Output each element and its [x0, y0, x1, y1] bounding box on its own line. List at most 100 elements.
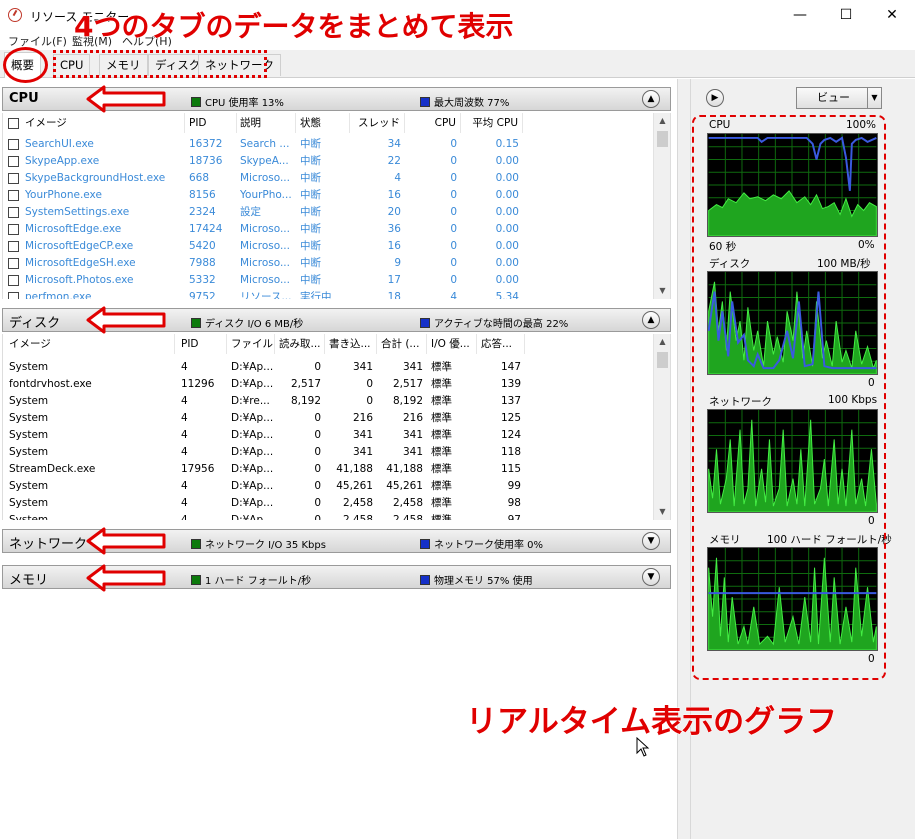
scroll-thumb[interactable] — [657, 131, 668, 147]
cpu-table-row[interactable]: SkypeApp.exe 18736 SkypeA... 中断 22 0 0.00 — [3, 153, 653, 170]
col-header-pid[interactable]: PID — [181, 334, 227, 354]
cell-read: 0 — [314, 514, 321, 520]
cell-image: fontdrvhost.exe — [9, 378, 92, 390]
col-header-cpu[interactable]: CPU — [409, 113, 461, 133]
scroll-down-icon[interactable]: ▼ — [654, 283, 670, 299]
disk-table-row[interactable]: System 4 D:¥Ap... 0 341 341 標準 147 — [3, 359, 653, 376]
disk-table-row[interactable]: System 4 D:¥Ap... 0 45,261 45,261 標準 99 — [3, 478, 653, 495]
collapse-up-icon[interactable]: ▲ — [642, 311, 660, 329]
scroll-up-icon[interactable]: ▲ — [654, 334, 670, 350]
process-checkbox[interactable] — [8, 275, 19, 286]
cpu-table-row[interactable]: MicrosoftEdgeSH.exe 7988 Microso... 中断 9 0 0.0… — [3, 255, 653, 272]
cpu-table-row[interactable]: SystemSettings.exe 2324 設定 中断 20 0 0.00 — [3, 204, 653, 221]
maximize-button[interactable]: ☐ — [823, 0, 869, 30]
scroll-thumb[interactable] — [657, 352, 668, 368]
graphs-highlight — [692, 115, 886, 680]
col-header-status[interactable]: 状態 — [300, 113, 350, 133]
network-section-title: ネットワーク — [9, 537, 88, 552]
cell-response: 125 — [500, 412, 521, 424]
cpu-table-scrollbar[interactable]: ▲ ▼ — [653, 113, 670, 299]
cpu-table-row[interactable]: MicrosoftEdge.exe 17424 Microso... 中断 36 0 0.0… — [3, 221, 653, 238]
cpu-table-row[interactable]: perfmon.exe 9752 リソース... 実行中 18 4 5.34 — [3, 289, 653, 299]
col-header-image[interactable]: イメージ — [9, 334, 175, 354]
disk-active-time-stat: アクティブな時間の最高 22% — [420, 315, 568, 330]
cpu-table-row[interactable]: MicrosoftEdgeCP.exe 5420 Microso... 中断 16 0 0.… — [3, 238, 653, 255]
cpu-table-row[interactable]: SearchUI.exe 16372 Search ... 中断 34 0 0.15 — [3, 136, 653, 153]
disk-table-row[interactable]: System 4 D:¥re... 8,192 0 8,192 標準 137 — [3, 393, 653, 410]
col-header-pid[interactable]: PID — [189, 113, 237, 133]
scroll-down-icon[interactable]: ▼ — [654, 504, 670, 520]
cell-avg-cpu: 0.00 — [495, 274, 519, 286]
cell-pid: 18736 — [189, 155, 223, 167]
cell-file: D:¥Ap... — [231, 497, 274, 509]
cell-image: SystemSettings.exe — [25, 206, 130, 218]
col-header-read[interactable]: 読み取... — [279, 334, 325, 354]
cell-avg-cpu: 0.00 — [495, 206, 519, 218]
select-all-checkbox[interactable] — [8, 118, 19, 129]
expand-down-icon[interactable]: ▼ — [642, 568, 660, 586]
cell-image: System — [9, 429, 49, 441]
minimize-button[interactable]: — — [777, 0, 823, 30]
col-header-write[interactable]: 書き込... — [329, 334, 377, 354]
cpu-table-row[interactable]: SkypeBackgroundHost.exe 668 Microso... 中断 4 0… — [3, 170, 653, 187]
disk-table-row[interactable]: System 4 D:¥Ap... 0 2,458 2,458 標準 97 — [3, 512, 653, 520]
cell-response: 118 — [500, 446, 521, 458]
disk-table-row[interactable]: System 4 D:¥Ap... 0 2,458 2,458 標準 98 — [3, 495, 653, 512]
cell-read: 2,517 — [290, 378, 321, 390]
cell-write: 216 — [352, 412, 373, 424]
cell-pid: 4 — [181, 497, 188, 509]
disk-table-row[interactable]: System 4 D:¥Ap... 0 341 341 標準 118 — [3, 444, 653, 461]
cell-image: System — [9, 361, 49, 373]
col-header-response[interactable]: 応答... — [481, 334, 525, 354]
network-io-stat: ネットワーク I/O 35 Kbps — [191, 536, 326, 551]
process-checkbox[interactable] — [8, 292, 19, 299]
cell-image: System — [9, 395, 49, 407]
disk-activity-table: イメージ PID ファイル 読み取... 書き込... 合計 (... I/O … — [2, 334, 671, 520]
cell-pid: 5420 — [189, 240, 216, 252]
green-legend-icon — [191, 97, 201, 107]
expand-down-icon[interactable]: ▼ — [642, 532, 660, 550]
cell-image: SkypeBackgroundHost.exe — [25, 172, 166, 184]
green-legend-icon — [191, 318, 201, 328]
view-button-label: ビュー — [817, 91, 850, 104]
cpu-table-row[interactable]: YourPhone.exe 8156 YourPho... 中断 16 0 0.00 — [3, 187, 653, 204]
process-checkbox[interactable] — [8, 224, 19, 235]
disk-table-row[interactable]: StreamDeck.exe 17956 D:¥Ap... 0 41,188 41,188… — [3, 461, 653, 478]
cell-file: D:¥Ap... — [231, 361, 274, 373]
col-header-io-priority[interactable]: I/O 優... — [431, 334, 477, 354]
menu-file[interactable]: ファイル(F) — [8, 33, 67, 49]
cpu-table-row[interactable]: Microsoft.Photos.exe 5332 Microso... 中断 17 0 0… — [3, 272, 653, 289]
col-header-avg-cpu[interactable]: 平均 CPU — [465, 113, 523, 133]
cell-description: SkypeA... — [240, 155, 289, 167]
process-checkbox[interactable] — [8, 241, 19, 252]
cell-pid: 5332 — [189, 274, 216, 286]
view-dropdown-button[interactable]: ビュー ▼ — [796, 87, 882, 109]
disk-table-row[interactable]: System 4 D:¥Ap... 0 341 341 標準 124 — [3, 427, 653, 444]
process-checkbox[interactable] — [8, 139, 19, 150]
collapse-panel-icon[interactable]: ▶ — [706, 89, 724, 107]
cell-io-priority: 標準 — [431, 378, 452, 390]
cell-image: SkypeApp.exe — [25, 155, 100, 167]
col-header-image[interactable]: イメージ — [25, 113, 185, 133]
process-checkbox[interactable] — [8, 207, 19, 218]
process-checkbox[interactable] — [8, 190, 19, 201]
process-checkbox[interactable] — [8, 258, 19, 269]
dropdown-arrow-icon[interactable]: ▼ — [867, 88, 881, 108]
close-button[interactable]: ✕ — [869, 0, 915, 30]
cell-cpu: 0 — [450, 172, 457, 184]
collapse-up-icon[interactable]: ▲ — [642, 90, 660, 108]
disk-table-scrollbar[interactable]: ▲ ▼ — [653, 334, 670, 520]
cell-write: 41,188 — [336, 463, 373, 475]
process-checkbox[interactable] — [8, 173, 19, 184]
cell-read: 0 — [314, 446, 321, 458]
disk-table-row[interactable]: System 4 D:¥Ap... 0 216 216 標準 125 — [3, 410, 653, 427]
disk-table-row[interactable]: fontdrvhost.exe 11296 D:¥Ap... 2,517 0 2,517 標… — [3, 376, 653, 393]
col-header-description[interactable]: 説明 — [240, 113, 296, 133]
scroll-up-icon[interactable]: ▲ — [654, 113, 670, 129]
col-header-total[interactable]: 合計 (... — [381, 334, 427, 354]
col-header-file[interactable]: ファイル — [231, 334, 275, 354]
cell-response: 137 — [500, 395, 521, 407]
col-header-threads[interactable]: スレッド — [353, 113, 405, 133]
process-checkbox[interactable] — [8, 156, 19, 167]
cell-pid: 8156 — [189, 189, 216, 201]
